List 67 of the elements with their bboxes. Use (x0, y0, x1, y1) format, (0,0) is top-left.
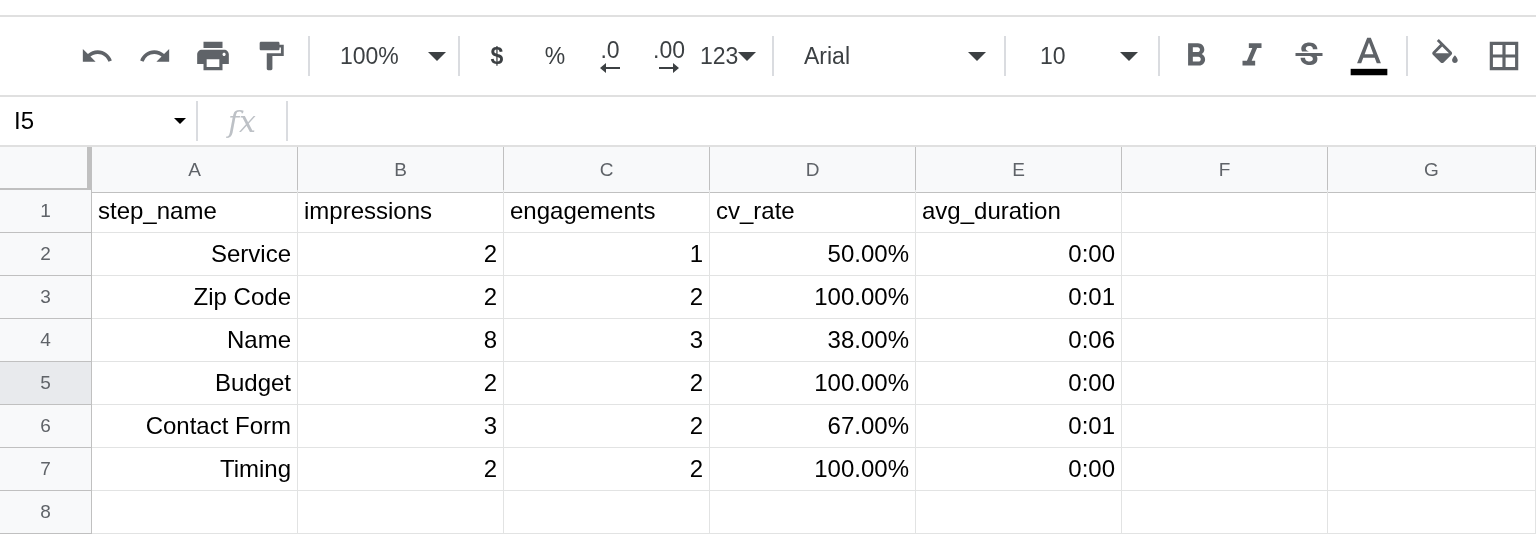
table-cell: step_name (92, 190, 298, 233)
table-cell: 67.00% (710, 405, 916, 448)
table-cell: 3 (298, 405, 504, 448)
table-cell: 38.00% (710, 319, 916, 362)
column-header[interactable]: E (916, 147, 1122, 193)
row-header[interactable]: 1 (0, 190, 92, 233)
table-cell: Budget (92, 362, 298, 405)
column-header[interactable]: F (1122, 147, 1328, 193)
table-cell: 8 (298, 319, 504, 362)
table-cell: 2 (298, 233, 504, 276)
table-cell: Zip Code (92, 276, 298, 319)
table-cell: 0:01 (916, 276, 1122, 319)
percent-format-button[interactable]: % (528, 34, 582, 78)
table-cell: 100.00% (710, 276, 916, 319)
row-header[interactable]: 7 (0, 448, 92, 491)
column-header[interactable]: A (92, 147, 298, 193)
font-size-dropdown[interactable]: 10 (1010, 34, 1150, 78)
table-cell: Name (92, 319, 298, 362)
table-cell: 2 (504, 276, 710, 319)
table-cell: 2 (504, 448, 710, 491)
table-cell: Contact Form (92, 405, 298, 448)
table-cell: Timing (92, 448, 298, 491)
table-cell: 0:00 (916, 448, 1122, 491)
table-cell: Service (92, 233, 298, 276)
dropdown-caret-icon (968, 51, 986, 61)
dropdown-caret-icon (174, 118, 186, 124)
table-cell: 0:00 (916, 233, 1122, 276)
table-cell: 0:01 (916, 405, 1122, 448)
column-header[interactable]: G (1328, 147, 1536, 193)
zoom-dropdown[interactable]: 100% (318, 34, 452, 78)
more-formats-dropdown[interactable]: 123 (700, 34, 766, 78)
row-header[interactable]: 6 (0, 405, 92, 448)
table-cell: 100.00% (710, 362, 916, 405)
table-cell: avg_duration (916, 190, 1122, 233)
column-header[interactable]: C (504, 147, 710, 193)
table-cell: 0:06 (916, 319, 1122, 362)
table-cell: engagements (504, 190, 710, 233)
row-header[interactable]: 5 (0, 362, 92, 405)
increase-decimal-button[interactable]: .00 (638, 34, 700, 78)
fx-label: fx (225, 103, 257, 139)
left-arrow-icon (599, 61, 621, 74)
table-cell: 2 (298, 448, 504, 491)
dropdown-caret-icon (428, 51, 446, 61)
table-cell: 0:00 (916, 362, 1122, 405)
table-cell: 2 (298, 362, 504, 405)
row-header[interactable]: 4 (0, 319, 92, 362)
decrease-decimal-button[interactable]: .0 (582, 34, 638, 78)
table-cell: 2 (504, 405, 710, 448)
row-header[interactable]: 3 (0, 276, 92, 319)
name-box[interactable]: I5 (0, 104, 196, 138)
row-header[interactable]: 2 (0, 233, 92, 276)
table-cell: 100.00% (710, 448, 916, 491)
table-cell: 50.00% (710, 233, 916, 276)
row-header[interactable]: 8 (0, 491, 92, 534)
currency-format-button[interactable]: $ (466, 34, 528, 78)
table-cell: cv_rate (710, 190, 916, 233)
dropdown-caret-icon (738, 51, 757, 61)
column-header[interactable]: D (710, 147, 916, 193)
table-cell: 3 (504, 319, 710, 362)
right-arrow-icon (658, 61, 680, 74)
table-cell: 2 (298, 276, 504, 319)
dropdown-caret-icon (1120, 51, 1138, 61)
column-header[interactable]: B (298, 147, 504, 193)
font-dropdown[interactable]: Arial (780, 34, 1000, 78)
table-cell: 2 (504, 362, 710, 405)
table-cell: 1 (504, 233, 710, 276)
table-cell: impressions (298, 190, 504, 233)
